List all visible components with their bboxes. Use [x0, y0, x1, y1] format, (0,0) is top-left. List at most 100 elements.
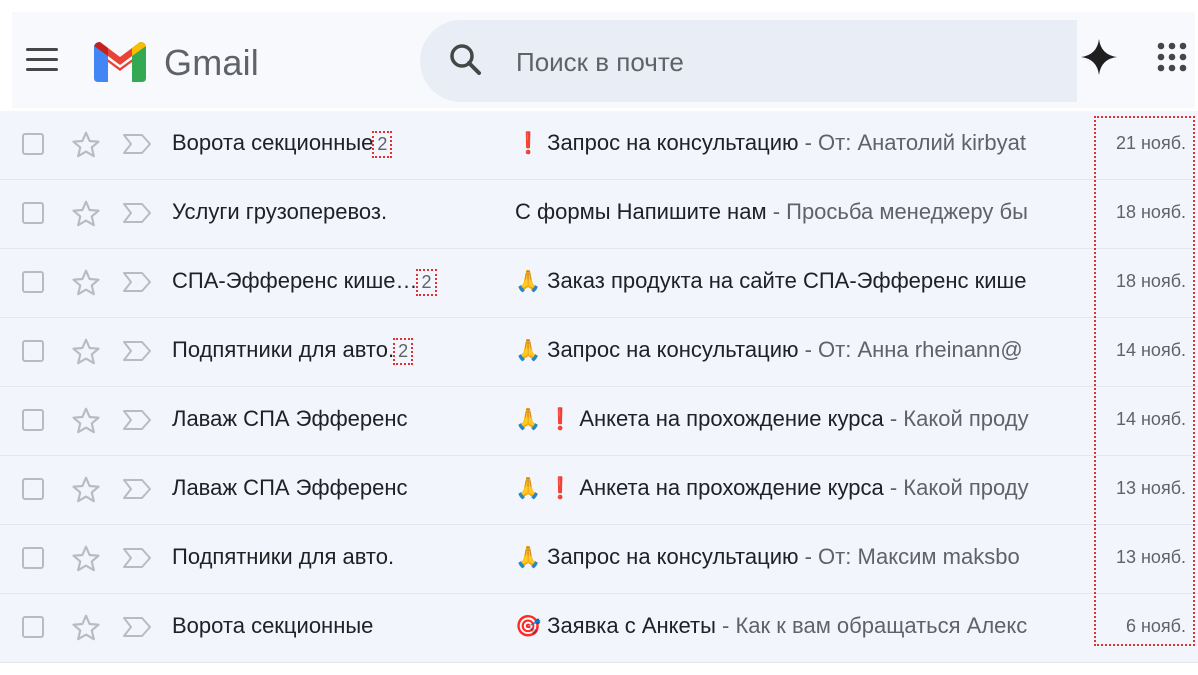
- select-checkbox[interactable]: [22, 271, 44, 293]
- google-apps-icon[interactable]: [1157, 42, 1187, 72]
- thread-count-badge: 2: [416, 269, 437, 296]
- email-subject: Запрос на консультацию: [547, 130, 799, 155]
- sender-name: Подпятники для авто.: [172, 544, 394, 570]
- star-icon[interactable]: [70, 336, 102, 368]
- star-icon[interactable]: [70, 198, 102, 230]
- thread-count-badge: 2: [372, 131, 393, 158]
- email-snippet: - От: Анна rheinann@: [798, 337, 1023, 362]
- email-subject: Заявка с Анкеты: [547, 613, 716, 638]
- main-menu-button[interactable]: [26, 48, 60, 74]
- important-exclamation-icon: ❗: [515, 132, 542, 155]
- gemini-sparkle-icon[interactable]: [1080, 38, 1118, 76]
- important-marker-icon[interactable]: [122, 133, 152, 155]
- important-marker-icon[interactable]: [122, 271, 152, 293]
- search-bar: [420, 20, 1077, 102]
- email-date: 18 нояб.: [1115, 202, 1186, 222]
- email-date: 21 нояб.: [1115, 133, 1186, 153]
- email-row[interactable]: Подпятники для авто. 2 🙏 Запрос на консуль…: [0, 318, 1198, 387]
- sender-name: Лаваж СПА Эфференс: [172, 406, 408, 432]
- email-date: 13 нояб.: [1115, 547, 1186, 567]
- email-row[interactable]: Услуги грузоперевоз. С формы Напишите на…: [0, 180, 1198, 249]
- target-icon: 🎯: [515, 615, 542, 638]
- select-checkbox[interactable]: [22, 409, 44, 431]
- important-marker-icon[interactable]: [122, 340, 152, 362]
- sender-label: Подпятники для авто.: [172, 337, 395, 362]
- sender-name: Подпятники для авто. 2: [172, 337, 414, 365]
- subject-line: 🙏 Заказ продукта на сайте СПА-Эфференс ки…: [515, 268, 1077, 294]
- select-checkbox[interactable]: [22, 616, 44, 638]
- email-subject: Анкета на прохождение курса: [579, 406, 884, 431]
- pray-hands-icon: 🙏: [515, 477, 542, 500]
- star-icon[interactable]: [70, 543, 102, 575]
- star-icon[interactable]: [70, 129, 102, 161]
- email-row[interactable]: Ворота секционные 🎯 Заявка с Анкеты - Как…: [0, 594, 1198, 663]
- select-checkbox[interactable]: [22, 547, 44, 569]
- email-subject: Запрос на консультацию: [547, 544, 799, 569]
- important-marker-icon[interactable]: [122, 478, 152, 500]
- search-input[interactable]: [514, 38, 1058, 86]
- subject-line: 🙏 ❗ Анкета на прохождение курса - Какой пр…: [515, 406, 1077, 432]
- subject-line: 🙏 Запрос на консультацию - От: Анна rhein…: [515, 337, 1077, 363]
- sender-name: Ворота секционные 2: [172, 130, 393, 158]
- email-snippet: - Просьба менеджеру бы: [766, 199, 1028, 224]
- email-list: Ворота секционные 2 ❗ Запрос на консультац…: [0, 111, 1198, 663]
- label-icons: 🙏: [515, 268, 547, 293]
- email-row[interactable]: СПА-Эфференс кише… 2 🙏 Заказ продукта на с…: [0, 249, 1198, 318]
- important-marker-icon[interactable]: [122, 202, 152, 224]
- pray-hands-icon: 🙏: [515, 339, 542, 362]
- star-icon[interactable]: [70, 267, 102, 299]
- select-checkbox[interactable]: [22, 340, 44, 362]
- label-icons: 🙏: [515, 337, 547, 362]
- sender-name: Лаваж СПА Эфференс: [172, 475, 408, 501]
- email-subject: Заказ продукта на сайте СПА-Эфференс киш…: [547, 268, 1027, 293]
- app-title[interactable]: Gmail: [164, 42, 259, 84]
- email-snippet: - Какой проду: [883, 475, 1029, 500]
- sender-label: Ворота секционные: [172, 613, 374, 638]
- important-marker-icon[interactable]: [122, 616, 152, 638]
- subject-line: ❗ Запрос на консультацию - От: Анатолий k…: [515, 130, 1077, 156]
- sender-label: СПА-Эфференс кише…: [172, 268, 418, 293]
- important-marker-icon[interactable]: [122, 547, 152, 569]
- sender-label: Ворота секционные: [172, 130, 374, 155]
- star-icon[interactable]: [70, 405, 102, 437]
- sender-label: Услуги грузоперевоз.: [172, 199, 388, 224]
- important-exclamation-icon: ❗: [547, 408, 574, 431]
- label-icons: ❗: [515, 130, 547, 155]
- star-icon[interactable]: [70, 474, 102, 506]
- search-icon[interactable]: [448, 42, 484, 78]
- pray-hands-icon: 🙏: [515, 408, 542, 431]
- email-row[interactable]: Лаваж СПА Эфференс 🙏 ❗ Анкета на прохожден…: [0, 456, 1198, 525]
- important-exclamation-icon: ❗: [547, 477, 574, 500]
- thread-count-badge: 2: [393, 338, 414, 365]
- pray-hands-icon: 🙏: [515, 546, 542, 569]
- email-snippet: - От: Анатолий kirbyat: [798, 130, 1026, 155]
- email-date: 14 нояб.: [1115, 340, 1186, 360]
- select-checkbox[interactable]: [22, 133, 44, 155]
- email-subject: Запрос на консультацию: [547, 337, 799, 362]
- email-date: 14 нояб.: [1115, 409, 1186, 429]
- email-row[interactable]: Подпятники для авто. 🙏 Запрос на консульт…: [0, 525, 1198, 594]
- star-icon[interactable]: [70, 612, 102, 644]
- important-marker-icon[interactable]: [122, 409, 152, 431]
- sender-name: СПА-Эфференс кише… 2: [172, 268, 437, 296]
- sender-name: Ворота секционные: [172, 613, 373, 639]
- sender-label: Лаваж СПА Эфференс: [172, 406, 408, 431]
- subject-line: 🎯 Заявка с Анкеты - Как к вам обращаться …: [515, 613, 1077, 639]
- select-checkbox[interactable]: [22, 202, 44, 224]
- email-row[interactable]: Ворота секционные 2 ❗ Запрос на консультац…: [0, 111, 1198, 180]
- top-bar: Gmail: [12, 12, 1195, 108]
- email-date: 13 нояб.: [1115, 478, 1186, 498]
- email-snippet: - Как к вам обращаться Алекс: [715, 613, 1028, 638]
- gmail-logo-icon: [94, 42, 146, 82]
- email-snippet: - Какой проду: [883, 406, 1029, 431]
- pray-hands-icon: 🙏: [515, 270, 542, 293]
- subject-line: 🙏 ❗ Анкета на прохождение курса - Какой пр…: [515, 475, 1077, 501]
- sender-name: Услуги грузоперевоз.: [172, 199, 387, 225]
- email-row[interactable]: Лаваж СПА Эфференс 🙏 ❗ Анкета на прохожден…: [0, 387, 1198, 456]
- sender-label: Подпятники для авто.: [172, 544, 395, 569]
- email-date: 6 нояб.: [1125, 616, 1186, 636]
- subject-line: 🙏 Запрос на консультацию - От: Максим mak…: [515, 544, 1077, 570]
- subject-line: С формы Напишите нам - Просьба менеджеру…: [515, 199, 1077, 225]
- label-icons: 🙏 ❗: [515, 406, 579, 431]
- select-checkbox[interactable]: [22, 478, 44, 500]
